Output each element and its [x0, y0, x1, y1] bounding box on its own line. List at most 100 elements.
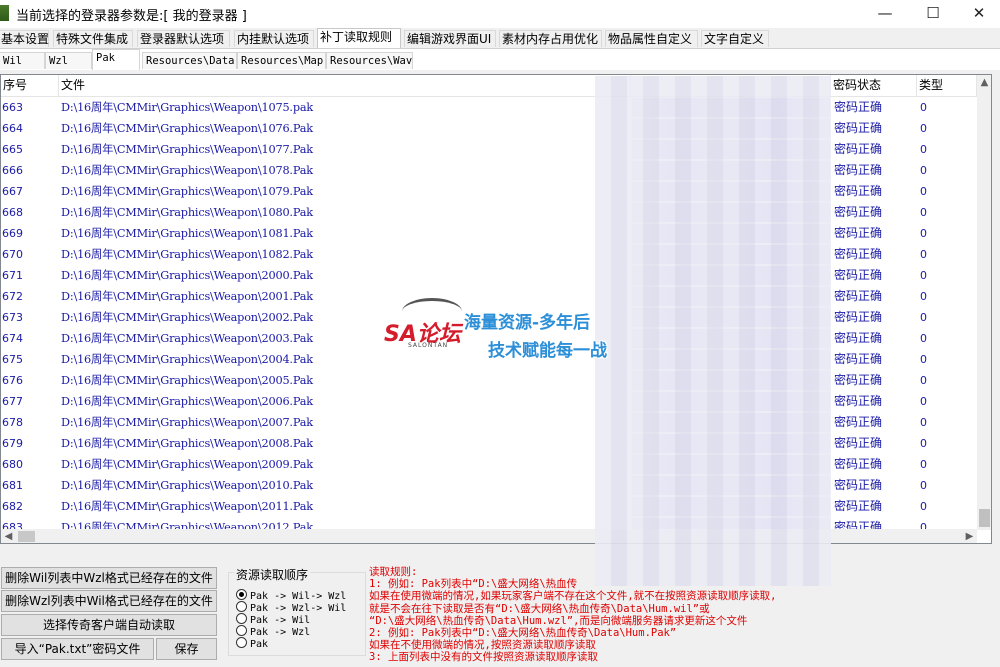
row-password-status: 密码正确 — [834, 205, 883, 219]
auto-read-client-button[interactable]: 选择传奇客户端自动读取 — [1, 614, 217, 636]
tab-memory-optimize[interactable]: 素材内存占用优化 — [499, 30, 602, 47]
row-file-path: D:\16周年\CMMir\Graphics\Weapon\2001.Pak — [61, 290, 313, 303]
vertical-scrollbar[interactable]: ▲ — [977, 75, 991, 530]
radio-option-4[interactable]: Pak -> Wzl — [236, 625, 310, 638]
row-type: 0 — [920, 227, 927, 240]
tab-special-files[interactable]: 特殊文件集成 — [53, 30, 133, 47]
row-password-status: 密码正确 — [834, 121, 883, 135]
title-bar: 当前选择的登录器参数是:[ 我的登录器 ] — ☐ ✕ — [0, 0, 1000, 28]
forum-watermark: SA论坛 SALONTAN 海量资源-多年后 技术赋能每一战 — [384, 298, 624, 361]
radio-unchecked-icon[interactable] — [236, 637, 247, 648]
row-file-path: D:\16周年\CMMir\Graphics\Weapon\1078.Pak — [61, 164, 313, 177]
subtab-resources-map[interactable]: Resources\Map — [237, 52, 326, 69]
tab-plugin-defaults[interactable]: 内挂默认选项 — [234, 30, 314, 47]
scroll-left-icon[interactable]: ◀ — [1, 529, 16, 543]
row-file-path: D:\16周年\CMMir\Graphics\Weapon\1081.Pak — [61, 227, 313, 240]
watermark-logo-sub: SALONTAN — [408, 342, 449, 349]
row-type: 0 — [920, 122, 927, 135]
watermark-slogan-2: 技术赋能每一战 — [488, 341, 607, 361]
tab-item-attributes[interactable]: 物品属性自定义 — [605, 30, 698, 47]
row-type: 0 — [920, 164, 927, 177]
row-file-path: D:\16周年\CMMir\Graphics\Weapon\2003.Pak — [61, 332, 313, 345]
row-password-status: 密码正确 — [834, 436, 883, 450]
close-button[interactable]: ✕ — [956, 0, 1000, 28]
row-file-path: D:\16周年\CMMir\Graphics\Weapon\1075.pak — [61, 101, 314, 114]
radio-unchecked-icon[interactable] — [236, 625, 247, 636]
row-type: 0 — [920, 248, 927, 261]
row-number: 678 — [2, 416, 23, 429]
subtab-wil[interactable]: Wil — [0, 52, 45, 69]
row-number: 673 — [2, 311, 23, 324]
column-header-type[interactable]: 类型 — [917, 75, 977, 96]
radio-option-1[interactable]: Pak -> Wil-> Wzl — [236, 589, 346, 602]
rules-line: 如果在不使用微端的情况,按照资源读取顺序读取 — [369, 639, 596, 652]
row-file-path: D:\16周年\CMMir\Graphics\Weapon\2005.Pak — [61, 374, 313, 387]
row-type: 0 — [920, 416, 927, 429]
row-type: 0 — [920, 269, 927, 282]
resource-order-title: 资源读取顺序 — [234, 566, 311, 583]
row-number: 675 — [2, 353, 23, 366]
column-header-no[interactable]: 序号 — [1, 75, 59, 96]
scroll-right-icon[interactable]: ▶ — [962, 529, 977, 543]
row-file-path: D:\16周年\CMMir\Graphics\Weapon\1082.Pak — [61, 248, 313, 261]
radio-unchecked-icon[interactable] — [236, 613, 247, 624]
row-password-status: 密码正确 — [834, 184, 883, 198]
radio-option-2[interactable]: Pak -> Wzl-> Wil — [236, 601, 346, 614]
tab-basic-settings[interactable]: 基本设置 — [0, 30, 49, 47]
row-type: 0 — [920, 500, 927, 513]
tab-launcher-defaults[interactable]: 登录器默认选项 — [137, 30, 230, 47]
rules-line: 就是不会在往下读取是否有“D:\盛大网络\热血传奇\Data\Hum.wil”或 — [369, 602, 710, 615]
import-pak-password-button[interactable]: 导入“Pak.txt”密码文件 — [1, 638, 154, 660]
row-number: 668 — [2, 206, 23, 219]
row-file-path: D:\16周年\CMMir\Graphics\Weapon\1080.Pak — [61, 206, 313, 219]
row-file-path: D:\16周年\CMMir\Graphics\Weapon\1079.Pak — [61, 185, 313, 198]
row-file-path: D:\16周年\CMMir\Graphics\Weapon\2010.Pak — [61, 479, 313, 492]
blurred-region — [595, 76, 831, 586]
row-file-path: D:\16周年\CMMir\Graphics\Weapon\2009.Pak — [61, 458, 313, 471]
subtab-resources-wav[interactable]: Resources\Wav — [326, 52, 413, 69]
row-number: 671 — [2, 269, 23, 282]
row-type: 0 — [920, 458, 927, 471]
row-file-path: D:\16周年\CMMir\Graphics\Weapon\2002.Pak — [61, 311, 313, 324]
subtab-pak[interactable]: Pak — [92, 49, 140, 70]
row-number: 670 — [2, 248, 23, 261]
tab-patch-read-rules[interactable]: 补丁读取规则 — [317, 28, 401, 48]
rules-line: 读取规则: — [369, 566, 418, 578]
column-header-file[interactable]: 文件 — [59, 75, 631, 96]
radio-option-3[interactable]: Pak -> Wil — [236, 613, 310, 626]
row-type: 0 — [920, 290, 927, 303]
row-file-path: D:\16周年\CMMir\Graphics\Weapon\2006.Pak — [61, 395, 313, 408]
row-password-status: 密码正确 — [834, 331, 883, 345]
row-password-status: 密码正确 — [834, 310, 883, 324]
row-type: 0 — [920, 332, 927, 345]
row-number: 681 — [2, 479, 23, 492]
watermark-slogan-1: 海量资源-多年后 — [464, 313, 591, 333]
radio-unchecked-icon[interactable] — [236, 601, 247, 612]
maximize-button[interactable]: ☐ — [910, 0, 956, 28]
tab-edit-game-ui[interactable]: 编辑游戏界面UI — [404, 30, 496, 47]
radio-checked-icon[interactable] — [236, 589, 247, 600]
delete-wil-duplicates-button[interactable]: 删除Wil列表中Wzl格式已经存在的文件 — [1, 567, 217, 589]
minimize-button[interactable]: — — [862, 0, 908, 28]
row-password-status: 密码正确 — [834, 268, 883, 282]
row-number: 682 — [2, 500, 23, 513]
read-rules-text: 读取规则: 1: 例如: Pak列表中“D:\盛大网络\热血传 如果在使用微端的… — [369, 566, 889, 664]
subtab-resources-data[interactable]: Resources\Data — [142, 52, 237, 69]
row-file-path: D:\16周年\CMMir\Graphics\Weapon\2008.Pak — [61, 437, 313, 450]
scroll-up-icon[interactable]: ▲ — [977, 75, 991, 90]
row-number: 667 — [2, 185, 23, 198]
row-file-path: D:\16周年\CMMir\Graphics\Weapon\1076.Pak — [61, 122, 313, 135]
horizontal-scroll-thumb[interactable] — [18, 531, 35, 542]
sub-tab-bar: Wil Wzl Pak Resources\Data Resources\Map… — [0, 49, 1000, 70]
rules-line: 2: 例如: Pak列表中“D:\盛大网络\热血传奇\Data\Hum.Pak” — [369, 627, 677, 640]
delete-wzl-duplicates-button[interactable]: 删除Wzl列表中Wil格式已经存在的文件 — [1, 590, 217, 612]
vertical-scroll-thumb[interactable] — [979, 509, 990, 527]
row-number: 680 — [2, 458, 23, 471]
save-button[interactable]: 保存 — [156, 638, 217, 660]
row-number: 677 — [2, 395, 23, 408]
tab-text-custom[interactable]: 文字自定义 — [701, 30, 769, 47]
subtab-wzl[interactable]: Wzl — [45, 52, 92, 69]
row-password-status: 密码正确 — [834, 499, 883, 513]
radio-option-5[interactable]: Pak — [236, 637, 268, 650]
column-header-status[interactable]: 密码状态 — [831, 75, 917, 96]
